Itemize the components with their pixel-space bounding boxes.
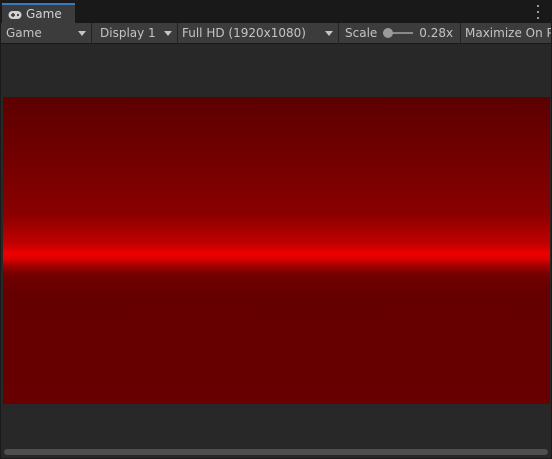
horizontal-scrollbar[interactable] bbox=[4, 449, 548, 455]
display-dropdown[interactable]: Display 1 bbox=[92, 22, 178, 44]
chevron-down-icon bbox=[78, 30, 86, 36]
display-label: Display 1 bbox=[100, 26, 156, 40]
resolution-label: Full HD (1920x1080) bbox=[182, 26, 306, 40]
game-toolbar: Game Display 1 Full HD (1920x1080) Scale… bbox=[1, 22, 551, 44]
view-mode-label: Game bbox=[6, 26, 42, 40]
chevron-down-icon bbox=[164, 30, 172, 36]
view-mode-dropdown[interactable]: Game bbox=[1, 22, 92, 44]
chevron-down-icon bbox=[325, 30, 333, 36]
scale-label: Scale bbox=[345, 26, 378, 40]
resolution-dropdown[interactable]: Full HD (1920x1080) bbox=[178, 22, 339, 44]
tab-label: Game bbox=[26, 7, 62, 21]
scale-value: 0.28x bbox=[419, 26, 454, 40]
more-options-icon[interactable] bbox=[535, 5, 541, 19]
gamepad-icon bbox=[8, 9, 22, 19]
scale-control: Scale 0.28x bbox=[339, 22, 461, 44]
tab-game[interactable]: Game bbox=[2, 3, 75, 23]
tab-strip: Game bbox=[1, 1, 551, 23]
game-window: Game Game Display 1 Full HD (1920x1080) … bbox=[0, 0, 552, 459]
game-viewport[interactable] bbox=[3, 97, 550, 404]
slider-thumb[interactable] bbox=[383, 28, 394, 38]
maximize-label: Maximize On P bbox=[465, 26, 551, 40]
scale-slider[interactable] bbox=[383, 28, 414, 38]
maximize-on-play-toggle[interactable]: Maximize On P bbox=[461, 23, 551, 44]
